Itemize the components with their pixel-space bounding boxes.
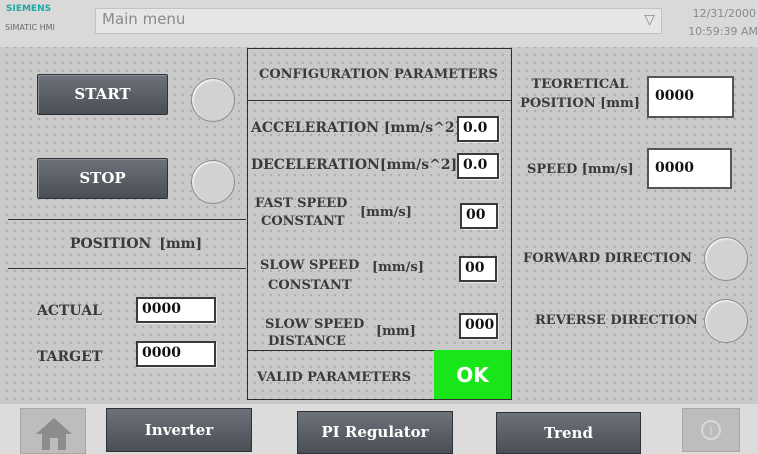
siemens-logo: SIEMENS [6,4,52,14]
slow-speed-unit: [mm/s] [372,260,424,275]
position-label: POSITION [mm] [70,236,203,252]
acceleration-label: ACCELERATION [mm/s^2] [251,120,462,136]
teoretical-position-label: TEORETICAL POSITION [mm] [515,75,645,113]
stop-button[interactable]: STOP [37,158,168,199]
speed-label: SPEED [mm/s] [527,162,634,177]
start-indicator-lamp [191,78,235,122]
teoretical-label-line2: POSITION [mm] [520,96,640,111]
slow-distance-label-line2: DISTANCE [268,334,346,349]
slow-speed-label: SLOW SPEED CONSTANT [260,256,359,296]
divider [247,399,512,400]
stop-indicator-lamp [191,160,235,204]
target-label: TARGET [37,349,103,365]
speed-field: 0000 [647,148,732,189]
acceleration-field[interactable]: 0.0 [457,116,499,142]
simatic-hmi-label: SIMATIC HMI [5,23,55,32]
slow-speed-field[interactable]: 00 [459,256,497,282]
slow-distance-field[interactable]: 000 [459,313,498,339]
actual-label: ACTUAL [37,303,102,319]
home-button[interactable] [20,408,86,454]
pi-regulator-button[interactable]: PI Regulator [297,411,453,454]
home-icon[interactable] [34,416,74,450]
time-display: 10:59:39 AM [688,25,758,38]
reverse-direction-label: REVERSE DIRECTION [535,313,698,328]
trend-button[interactable]: Trend [496,412,641,454]
info-button[interactable]: i [682,408,740,452]
header-bar: SIEMENS SIMATIC HMI Main menu ▽ 12/31/20… [0,0,758,47]
divider [247,48,512,49]
target-position-field[interactable]: 0000 [136,341,216,367]
info-icon[interactable]: i [701,420,721,440]
chevron-down-icon[interactable]: ▽ [644,12,655,28]
inverter-button[interactable]: Inverter [106,408,252,452]
screen-select-value: Main menu [102,10,186,28]
fast-speed-label-line2: CONSTANT [261,214,345,229]
divider [8,268,246,269]
forward-direction-label: FORWARD DIRECTION [523,251,692,266]
reverse-direction-lamp [704,299,748,343]
slow-distance-unit: [mm] [376,324,416,339]
fast-speed-unit: [mm/s] [360,205,412,220]
slow-speed-label-line2: CONSTANT [268,278,352,293]
fast-speed-label: FAST SPEED CONSTANT [255,195,347,231]
slow-distance-label-line1: SLOW SPEED [265,317,365,332]
slow-speed-label-line1: SLOW SPEED [260,258,360,273]
teoretical-label-line1: TEORETICAL [531,77,629,92]
teoretical-position-field: 0000 [647,76,734,118]
valid-parameters-label: VALID PARAMETERS [257,370,412,385]
deceleration-label: DECELERATION[mm/s^2] [251,157,458,173]
divider [247,100,512,101]
deceleration-field[interactable]: 0.0 [457,153,499,179]
config-title: CONFIGURATION PARAMETERS [259,67,498,82]
date-display: 12/31/2000 [692,7,756,20]
fast-speed-label-line1: FAST SPEED [255,196,348,211]
start-button[interactable]: START [37,74,168,115]
fast-speed-field[interactable]: 00 [460,203,498,229]
forward-direction-lamp [704,237,748,281]
actual-position-field: 0000 [136,297,216,323]
divider [8,219,246,220]
hmi-screen: SIEMENS SIMATIC HMI Main menu ▽ 12/31/20… [0,0,758,454]
bottom-nav-bar: Inverter PI Regulator Trend i [0,404,758,454]
screen-select-dropdown[interactable]: Main menu ▽ [95,8,662,34]
ok-button[interactable]: OK [434,350,511,400]
slow-distance-label: SLOW SPEED DISTANCE [265,316,364,350]
